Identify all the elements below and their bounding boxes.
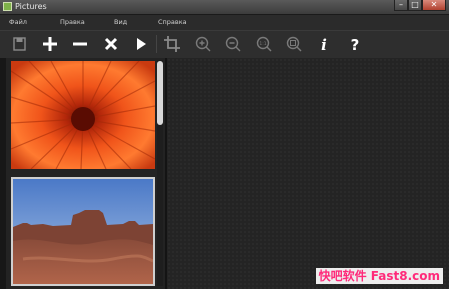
- close-icon: ✕: [430, 0, 438, 9]
- zoom-actual-button[interactable]: 1:1: [254, 34, 274, 54]
- save-button[interactable]: [9, 34, 29, 54]
- play-icon: [137, 38, 146, 50]
- crop-icon: [164, 36, 180, 52]
- window-title: Pictures: [15, 2, 47, 11]
- toolbar-separator: [156, 35, 157, 53]
- app-window: Pictures – □ ✕ Файл Правка Вид Справка 1…: [0, 0, 449, 289]
- add-icon: [43, 37, 57, 51]
- desert-image: [13, 179, 153, 284]
- watermark-text: 快吧软件 Fast8.com: [315, 268, 443, 284]
- menu-edit[interactable]: Правка: [60, 17, 85, 27]
- crop-button[interactable]: [162, 34, 182, 54]
- menu-bar: Файл Правка Вид Справка: [0, 15, 449, 30]
- image-viewer[interactable]: [167, 58, 449, 289]
- help-button[interactable]: ?: [345, 34, 365, 54]
- info-icon: i: [321, 36, 327, 54]
- minimize-button[interactable]: –: [394, 0, 408, 11]
- help-glyph: ?: [351, 36, 360, 54]
- toolbar: 1:1 i ?: [0, 30, 449, 59]
- title-bar: Pictures – □ ✕: [0, 0, 449, 15]
- remove-icon: [73, 42, 87, 46]
- thumbnail-scrollbar[interactable]: [157, 60, 163, 286]
- zoom-fit-button[interactable]: [284, 34, 304, 54]
- zoom-actual-label: 1:1: [259, 41, 266, 47]
- info-glyph: i: [321, 36, 327, 54]
- maximize-button[interactable]: □: [408, 0, 422, 11]
- add-button[interactable]: [40, 34, 60, 54]
- zoom-in-button[interactable]: [193, 34, 213, 54]
- thumbnail-desert[interactable]: [11, 177, 155, 286]
- remove-button[interactable]: [70, 34, 90, 54]
- menu-file[interactable]: Файл: [9, 17, 27, 27]
- panel-edge: [0, 58, 6, 289]
- zoom-out-icon: [225, 36, 241, 52]
- zoom-actual-icon: 1:1: [256, 36, 272, 52]
- minimize-icon: –: [399, 0, 403, 9]
- app-icon: [3, 2, 12, 11]
- info-button[interactable]: i: [314, 34, 334, 54]
- save-icon: [13, 37, 26, 51]
- delete-button[interactable]: [101, 34, 121, 54]
- play-button[interactable]: [131, 34, 151, 54]
- menu-view[interactable]: Вид: [114, 17, 127, 27]
- zoom-fit-icon: [286, 36, 302, 52]
- close-button[interactable]: ✕: [422, 0, 446, 11]
- delete-icon: [104, 37, 118, 51]
- help-icon: ?: [351, 36, 360, 54]
- maximize-icon: □: [411, 0, 419, 9]
- window-controls: – □ ✕: [394, 0, 446, 12]
- flower-image: [11, 61, 155, 169]
- thumbnail-flower[interactable]: [11, 61, 155, 169]
- zoom-in-icon: [195, 36, 211, 52]
- zoom-out-button[interactable]: [223, 34, 243, 54]
- menu-help[interactable]: Справка: [158, 17, 187, 27]
- scrollbar-thumb[interactable]: [157, 61, 163, 125]
